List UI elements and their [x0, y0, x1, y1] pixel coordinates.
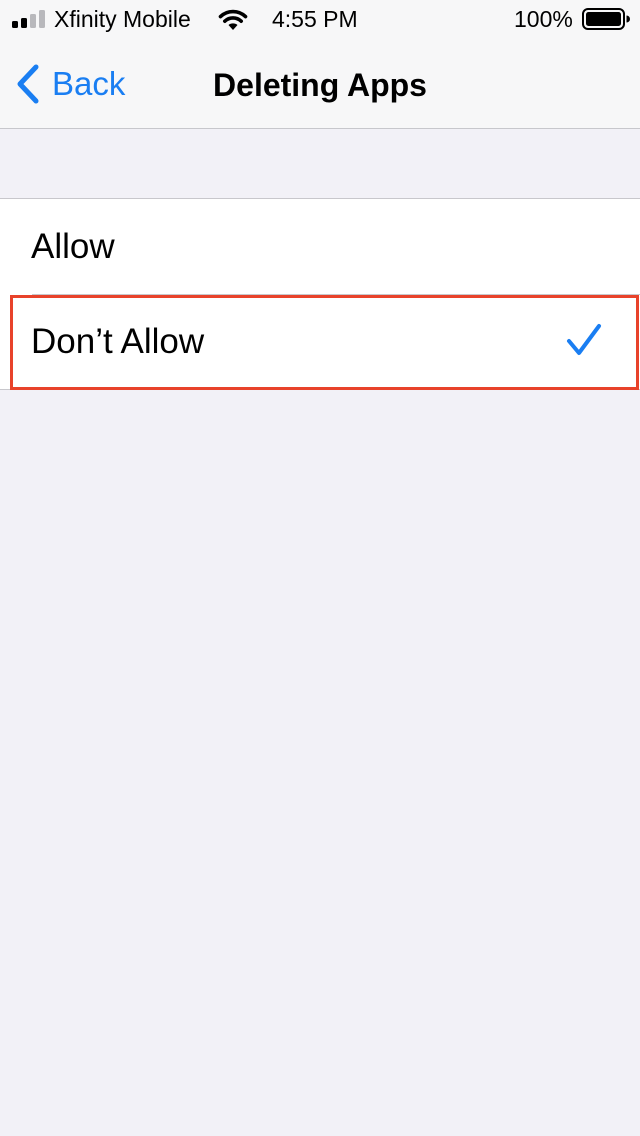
option-label: Allow — [31, 226, 115, 266]
battery-percentage: 100% — [514, 6, 573, 32]
checkmark-icon — [567, 324, 601, 355]
status-bar: Xfinity Mobile 4:55 PM 100% — [0, 0, 640, 40]
battery-icon — [582, 8, 630, 30]
option-dont-allow[interactable]: Don’t Allow — [0, 294, 640, 389]
carrier-name: Xfinity Mobile — [54, 6, 191, 32]
wifi-icon — [218, 9, 248, 30]
options-list: Allow Don’t Allow — [0, 198, 640, 390]
navigation-bar: Back Deleting Apps — [0, 40, 640, 129]
cellular-signal-icon — [12, 10, 46, 28]
clock-time: 4:55 PM — [272, 6, 358, 32]
option-allow[interactable]: Allow — [0, 199, 640, 294]
option-label: Don’t Allow — [31, 321, 205, 361]
page-title: Deleting Apps — [213, 67, 427, 103]
